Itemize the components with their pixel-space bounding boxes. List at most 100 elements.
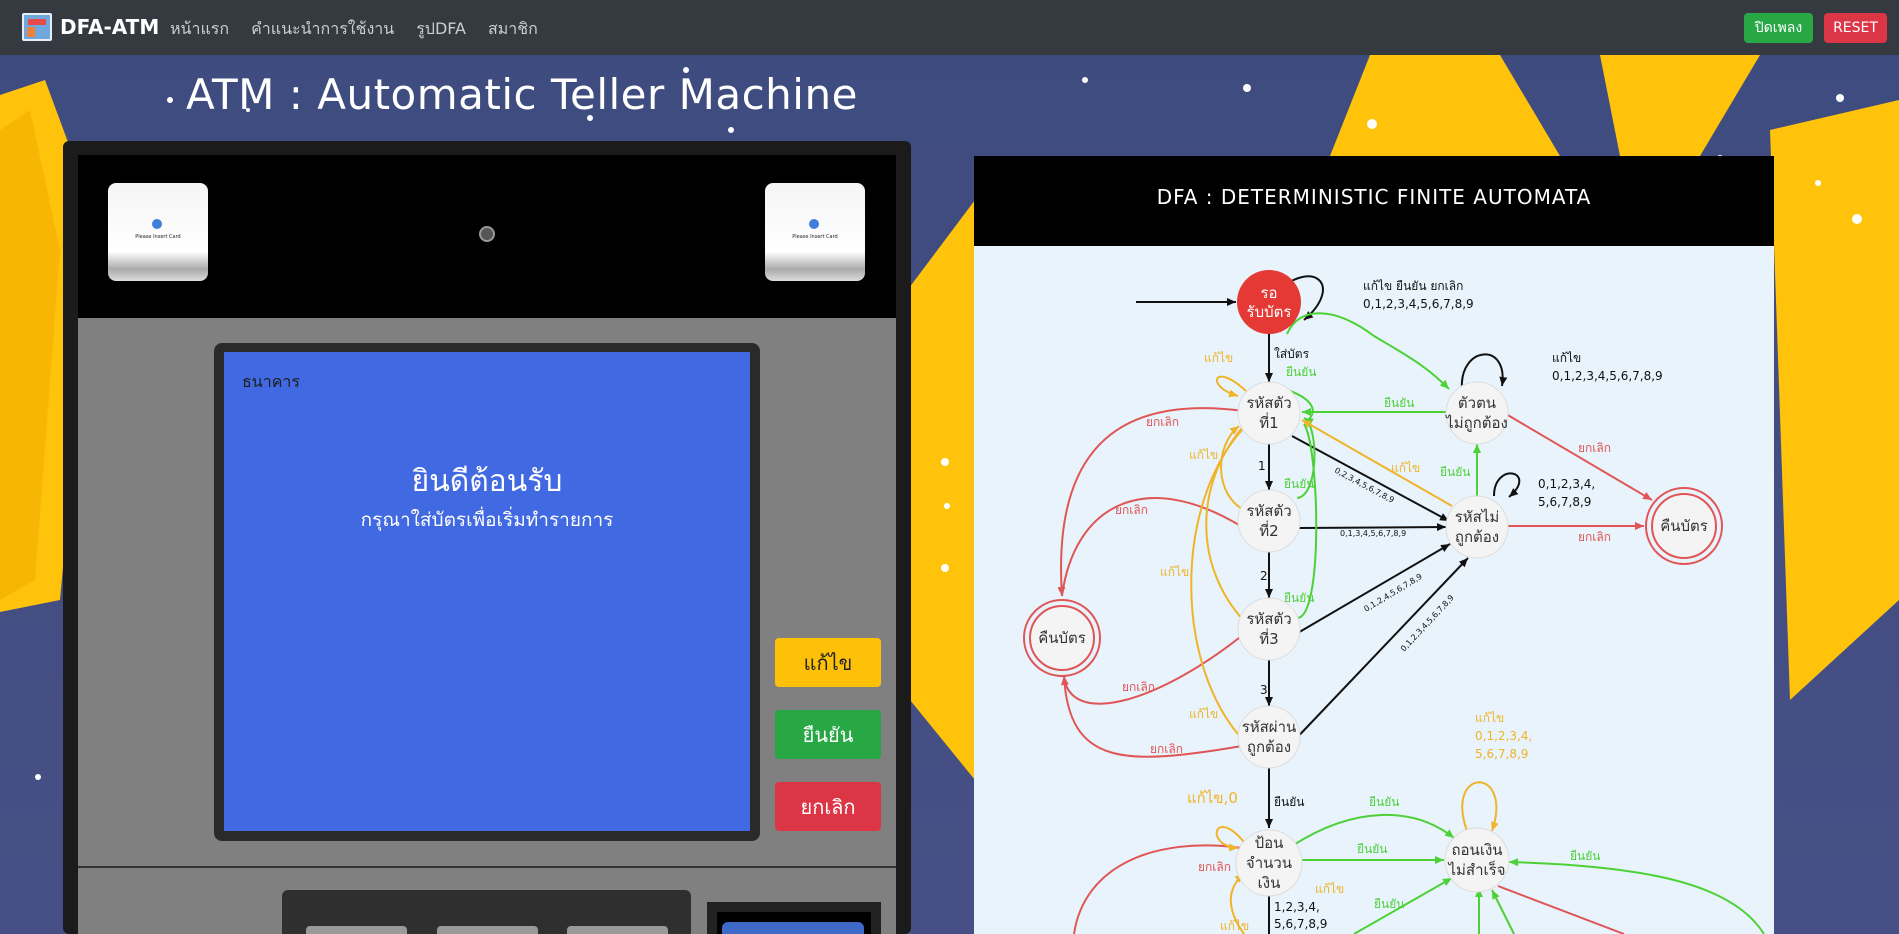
camera-icon xyxy=(479,226,495,242)
label-confirm-2: ยืนยัน xyxy=(1284,477,1314,491)
music-toggle-button[interactable]: ปิดเพลง xyxy=(1744,13,1813,43)
keypad-key[interactable] xyxy=(567,926,668,934)
label-edit-2: แก้ไข xyxy=(1189,448,1218,462)
svg-text:ป้อน: ป้อน xyxy=(1255,834,1284,852)
svg-text:รหัสผ่าน: รหัสผ่าน xyxy=(1242,718,1297,736)
keypad-key[interactable] xyxy=(437,926,538,934)
svg-text:ตัวตน: ตัวตน xyxy=(1458,394,1496,412)
card-slot-right[interactable]: Please Insert Card xyxy=(765,183,865,281)
label-cancel-amount: ยกเลิก xyxy=(1198,860,1231,874)
svg-text:รหัสตัว: รหัสตัว xyxy=(1246,610,1291,628)
welcome-text: ยินดีต้อนรับ xyxy=(411,464,563,499)
edit-button[interactable]: แก้ไข xyxy=(775,638,881,687)
dfa-title: DFA : DETERMINISTIC FINITE AUTOMATA xyxy=(1156,185,1592,209)
nav-dfa-diagram[interactable]: รูปDFA xyxy=(416,17,466,42)
bank-label: ธนาคาร xyxy=(242,372,300,391)
nav-guide[interactable]: คำแนะนำการใช้งาน xyxy=(251,17,394,42)
label-edit-3: แก้ไข xyxy=(1160,565,1189,579)
atm-screen xyxy=(224,352,750,831)
svg-text:คืนบัตร: คืนบัตร xyxy=(1660,517,1708,535)
reset-button[interactable]: RESET xyxy=(1824,13,1887,43)
state-wrong-pin[interactable]: รหัสไม่ ถูกต้อง xyxy=(1445,495,1509,559)
label-wc-self-b: 0,1,2,3,4,5,6,7,8,9 xyxy=(1552,369,1663,383)
cash-slot-light xyxy=(722,922,864,934)
atm-logo-icon xyxy=(22,13,52,41)
state-wait[interactable]: รอ รับบัตร xyxy=(1237,270,1301,334)
label-confirm-1: ยืนยัน xyxy=(1286,365,1316,379)
label-confirm-wc: ยืนยัน xyxy=(1384,396,1414,410)
label-edit-lower: แก้ไข xyxy=(1315,882,1344,896)
label-wait-self-a: แก้ไข ยืนยัน ยกเลิก xyxy=(1363,279,1463,293)
svg-text:ไม่ถูกต้อง: ไม่ถูกต้อง xyxy=(1445,414,1508,432)
edge-d1-self-edit xyxy=(1215,375,1247,398)
edge-fail-cancel xyxy=(1497,885,1625,934)
label-cancel-wp: ยกเลิก xyxy=(1578,530,1611,544)
label-confirm-lower: ยืนยัน xyxy=(1374,897,1404,911)
svg-text:รหัสไม่: รหัสไม่ xyxy=(1455,508,1500,526)
edge-amount-cancel xyxy=(1073,844,1243,934)
label-d1-wp: 0,2,3,4,5,6,7,8,9 xyxy=(1333,466,1396,505)
state-wrong-char[interactable]: ตัวตน ไม่ถูกต้อง xyxy=(1445,381,1509,445)
state-digit-1[interactable]: รหัสตัว ที่1 xyxy=(1237,381,1301,445)
card-slot-left[interactable]: Please Insert Card xyxy=(108,183,208,281)
card-icon xyxy=(809,219,819,229)
svg-text:ถูกต้อง: ถูกต้อง xyxy=(1247,738,1291,756)
label-confirm-wp: ยืนยัน xyxy=(1440,465,1470,479)
label-cancel-1: ยกเลิก xyxy=(1146,415,1179,429)
svg-text:คืนบัตร: คืนบัตร xyxy=(1038,629,1086,647)
state-pin-ok[interactable]: รหัสผ่าน ถูกต้อง xyxy=(1237,705,1301,769)
label-wp-self-a: 0,1,2,3,4, xyxy=(1538,477,1595,491)
state-wait-line2: รับบัตร xyxy=(1247,303,1292,321)
state-withdraw-fail[interactable]: ถอนเงิน ไม่สำเร็จ xyxy=(1444,827,1510,893)
edge-d1-eject1 xyxy=(1057,407,1245,597)
navbar: DFA-ATM หน้าแรก คำแนะนำการใช้งาน รูปDFA … xyxy=(0,0,1899,55)
state-eject-1[interactable]: คืนบัตร xyxy=(1023,599,1101,677)
label-wp-self-b: 5,6,7,8,9 xyxy=(1538,495,1591,509)
nav-menu: หน้าแรก คำแนะนำการใช้งาน รูปDFA สมาชิก xyxy=(170,17,560,42)
cancel-button[interactable]: ยกเลิก xyxy=(775,782,881,831)
edge-lower-fail xyxy=(1508,858,1765,934)
label-cancel-2: ยกเลิก xyxy=(1115,503,1148,517)
label-edit-lower-2: แก้ไข xyxy=(1220,919,1249,933)
edge-d2-eject1 xyxy=(1061,497,1245,597)
svg-text:ที่2: ที่2 xyxy=(1259,520,1278,540)
state-enter-amount[interactable]: ป้อน จำนวน เงิน xyxy=(1235,829,1303,897)
label-confirm-ok: ยืนยัน xyxy=(1274,795,1304,809)
svg-text:เงิน: เงิน xyxy=(1258,874,1281,892)
label-digits-a: 1,2,3,4, xyxy=(1274,900,1320,914)
brand-name: DFA-ATM xyxy=(60,15,160,39)
state-eject-2[interactable]: คืนบัตร xyxy=(1645,487,1723,565)
label-fail-self-b: 0,1,2,3,4, xyxy=(1475,729,1532,743)
svg-text:จำนวน: จำนวน xyxy=(1246,854,1292,872)
svg-text:ถูกต้อง: ถูกต้อง xyxy=(1455,528,1499,546)
label-edit-wp: แก้ไข xyxy=(1391,461,1420,475)
card-slot-label: Please Insert Card xyxy=(135,234,181,240)
state-digit-3[interactable]: รหัสตัว ที่3 xyxy=(1237,597,1301,661)
label-digits-b: 5,6,7,8,9 xyxy=(1274,917,1327,931)
page-title: ATM : Automatic Teller Machine xyxy=(186,70,858,119)
label-wc-self-a: แก้ไข xyxy=(1552,351,1581,365)
dfa-diagram: รอ รับบัตร รหัสตัว ที่1 รหัสตัว ที่2 รหั… xyxy=(1023,270,1765,934)
label-confirm-fail: ยืนยัน xyxy=(1570,849,1600,863)
label-confirm-amount-a: ยืนยัน xyxy=(1369,795,1399,809)
card-icon xyxy=(152,219,162,229)
state-digit-2[interactable]: รหัสตัว ที่2 xyxy=(1237,489,1301,553)
edge-fail-self xyxy=(1461,781,1499,832)
keypad-key[interactable] xyxy=(306,926,407,934)
nav-members[interactable]: สมาชิก xyxy=(488,17,538,42)
brand[interactable]: DFA-ATM xyxy=(22,13,159,41)
card-slot-label: Please Insert Card xyxy=(792,234,838,240)
state-wait-line1: รอ xyxy=(1260,284,1277,302)
confirm-button[interactable]: ยืนยัน xyxy=(775,710,881,759)
svg-text:ไม่สำเร็จ: ไม่สำเร็จ xyxy=(1448,860,1506,879)
label-edit0: แก้ไข,0 xyxy=(1187,789,1238,807)
label-confirm-amount-b: ยืนยัน xyxy=(1357,842,1387,856)
label-cancel-wc: ยกเลิก xyxy=(1578,441,1611,455)
label-insert: ใส่บัตร xyxy=(1274,347,1310,361)
label-cancel-3: ยกเลิก xyxy=(1122,680,1155,694)
label-two: 2 xyxy=(1260,569,1268,583)
nav-home[interactable]: หน้าแรก xyxy=(170,17,229,42)
label-confirm-3: ยืนยัน xyxy=(1284,591,1314,605)
label-d2-wp: 0,1,3,4,5,6,7,8,9 xyxy=(1340,529,1406,538)
label-edit-4: แก้ไข xyxy=(1189,707,1218,721)
